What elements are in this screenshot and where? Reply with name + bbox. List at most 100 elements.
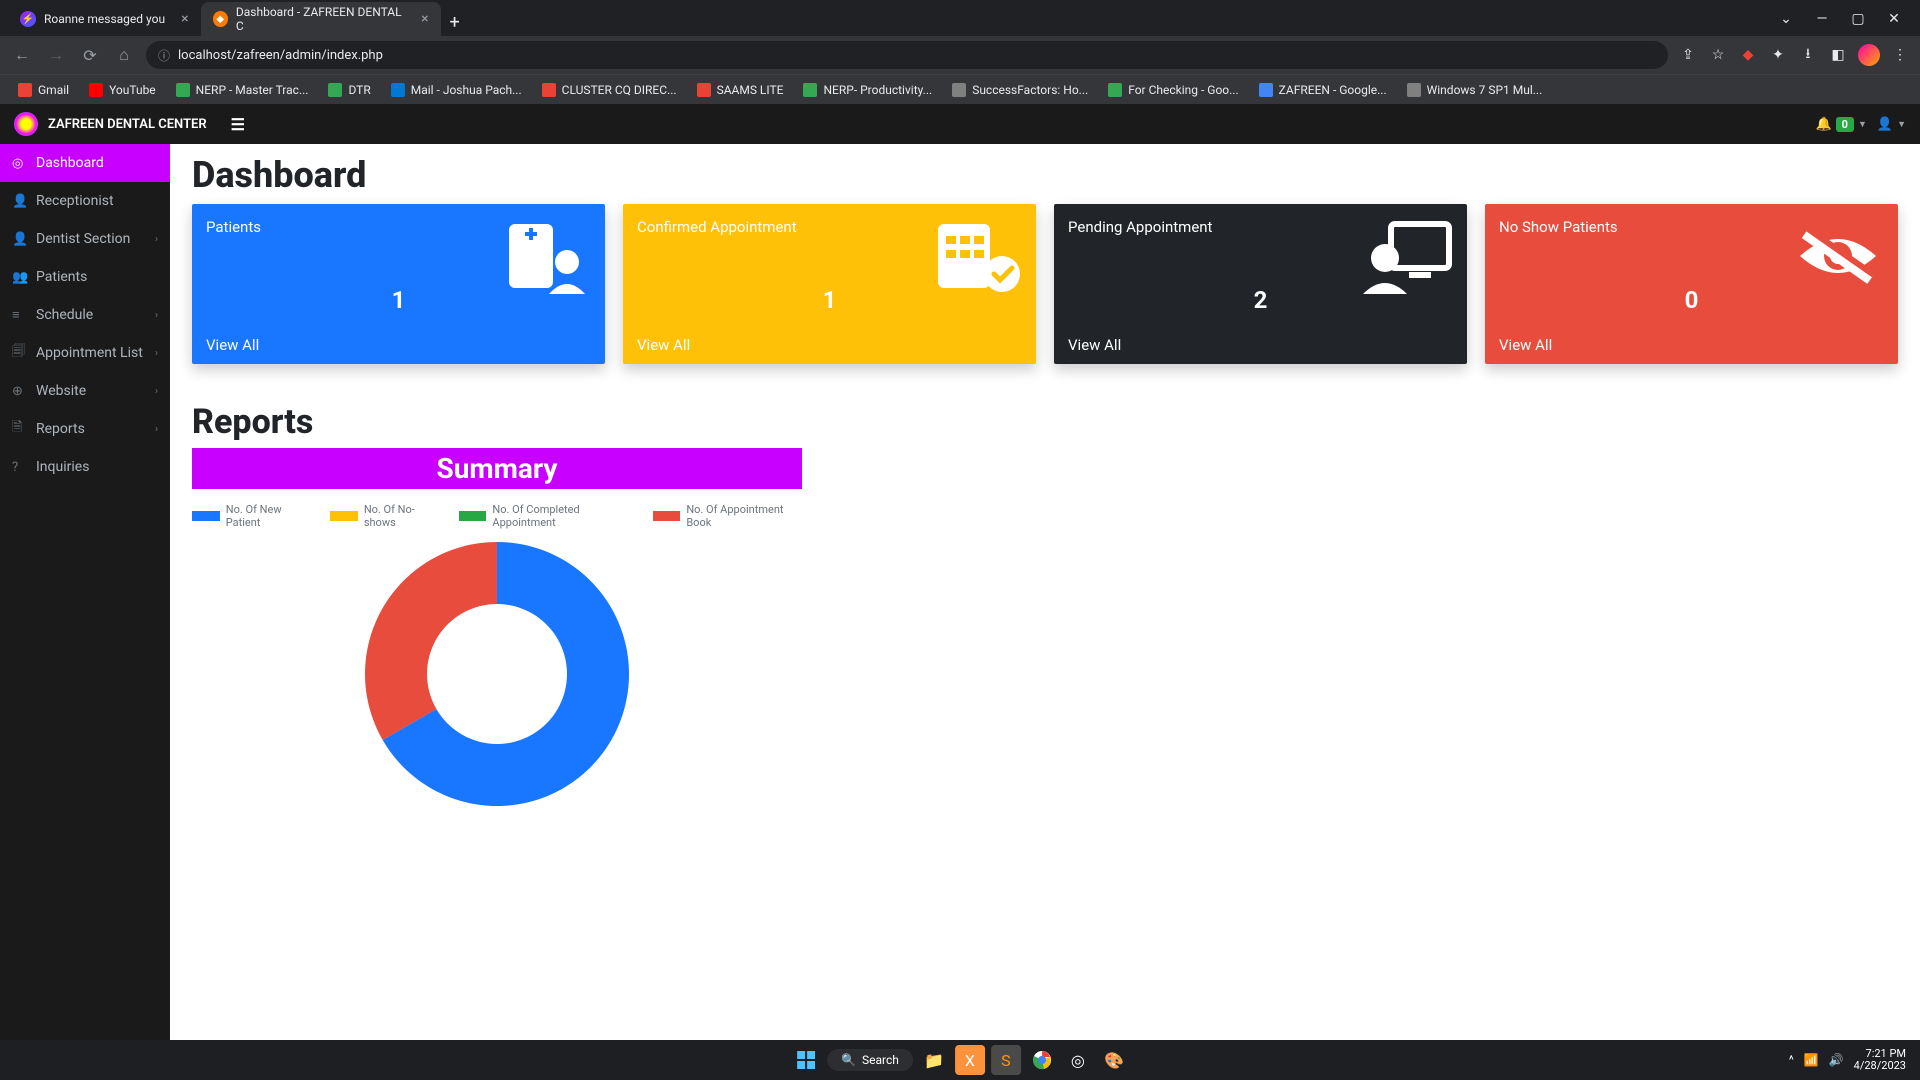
sidebar-item-dentist-section[interactable]: 👤Dentist Section› [0,220,170,258]
dropdown-icon[interactable]: ⌄ [1772,11,1800,27]
bookmark-item[interactable]: YouTube [81,79,164,101]
sidebar-item-website[interactable]: ⊕Website› [0,372,170,410]
view-all-link[interactable]: View All [637,336,1022,354]
maximize-icon[interactable]: ▢ [1844,11,1872,27]
sidebar-icon: ◎ [12,156,26,171]
volume-icon[interactable]: 🔊 [1829,1053,1844,1067]
taskbar-search[interactable]: 🔍 Search [827,1049,913,1071]
browser-toolbar: ← → ⟳ ⌂ ⓘ localhost/zafreen/admin/index.… [0,36,1920,74]
sublime-icon[interactable]: S [991,1045,1021,1075]
share-icon[interactable]: ⇪ [1678,45,1698,65]
bookmark-label: For Checking - Goo... [1128,83,1238,97]
bookmark-favicon-icon [542,83,556,97]
bookmark-item[interactable]: Gmail [10,79,77,101]
sidebar-item-dashboard[interactable]: ◎Dashboard [0,144,170,182]
taskbar-center: 🔍 Search 📁 X S ◎ 🎨 [791,1045,1129,1075]
sidebar-toggle-button[interactable]: ☰ [231,115,245,134]
paint-icon[interactable]: 🎨 [1099,1045,1129,1075]
clock[interactable]: 7:21 PM 4/28/2023 [1854,1048,1906,1072]
reports-title: Reports [192,402,1898,442]
wifi-icon[interactable]: 📶 [1804,1053,1819,1067]
chevron-right-icon: › [155,310,158,321]
windows-taskbar: 🔍 Search 📁 X S ◎ 🎨 ^ 📶 🔊 7:21 PM 4/28/20… [0,1040,1920,1080]
sidebar-item-label: Website [36,383,86,399]
profile-avatar-icon[interactable] [1858,44,1880,66]
bookmark-label: Windows 7 SP1 Mul... [1427,83,1543,97]
summary-header: Summary [192,448,802,489]
bookmark-favicon-icon [1407,83,1421,97]
bookmark-label: Gmail [38,83,69,97]
close-icon[interactable]: × [181,11,188,27]
search-icon: 🔍 [841,1053,856,1067]
clock-date: 4/28/2023 [1854,1060,1906,1072]
sidebar-item-reports[interactable]: 🗎Reports› [0,410,170,448]
url-bar[interactable]: ⓘ localhost/zafreen/admin/index.php [146,41,1668,69]
sidebar-icon: 👥 [12,270,26,285]
sidebar-item-receptionist[interactable]: 👤Receptionist [0,182,170,220]
legend-label: No. Of No-shows [364,503,441,529]
bookmark-label: NERP - Master Trac... [196,83,309,97]
tab-messenger[interactable]: ⚡ Roanne messaged you × [8,2,201,36]
tray-chevron-icon[interactable]: ^ [1789,1053,1794,1067]
app-body: ◎Dashboard👤Receptionist👤Dentist Section›… [0,144,1920,1040]
star-icon[interactable]: ☆ [1708,45,1728,65]
bookmark-item[interactable]: NERP - Master Trac... [168,79,317,101]
file-explorer-icon[interactable]: 📁 [919,1045,949,1075]
tab-dashboard[interactable]: ◆ Dashboard - ZAFREEN DENTAL C × [201,2,441,36]
bookmark-label: ZAFREEN - Google... [1279,83,1387,97]
bookmark-label: CLUSTER CQ DIREC... [562,83,677,97]
donut-chart [192,539,802,827]
start-button[interactable] [791,1045,821,1075]
legend-item: No. Of Appointment Book [653,503,803,529]
tab-title: Dashboard - ZAFREEN DENTAL C [236,5,405,33]
summary-cards: Patients 1 View All Confirmed Appointmen… [192,204,1898,364]
view-all-link[interactable]: View All [1068,336,1453,354]
bookmark-item[interactable]: CLUSTER CQ DIREC... [534,79,685,101]
bookmark-item[interactable]: SuccessFactors: Ho... [944,79,1096,101]
sidebar-item-appointment-list[interactable]: 🗐Appointment List› [0,334,170,372]
back-button[interactable]: ← [10,43,34,67]
home-button[interactable]: ⌂ [112,43,136,67]
chrome-icon[interactable] [1027,1045,1057,1075]
user-icon: 👤 [1877,117,1893,132]
bookmark-item[interactable]: DTR [320,79,378,101]
new-tab-button[interactable]: + [441,8,469,36]
legend-label: No. Of Appointment Book [686,503,802,529]
sidebar-item-patients[interactable]: 👥Patients [0,258,170,296]
site-info-icon[interactable]: ⓘ [158,47,170,64]
user-menu-button[interactable]: 👤 ▼ [1877,117,1906,132]
view-all-link[interactable]: View All [206,336,591,354]
summary-panel: Summary No. Of New PatientNo. Of No-show… [192,448,802,827]
forward-button[interactable]: → [44,43,68,67]
bookmark-item[interactable]: NERP- Productivity... [795,79,940,101]
bookmark-favicon-icon [328,83,342,97]
minimize-icon[interactable]: — [1808,11,1836,27]
menu-icon[interactable]: ⋮ [1890,45,1910,65]
reload-button[interactable]: ⟳ [78,43,102,67]
view-all-link[interactable]: View All [1499,336,1884,354]
bookmark-item[interactable]: Windows 7 SP1 Mul... [1399,79,1551,101]
xampp-icon[interactable]: X [955,1045,985,1075]
downloads-icon[interactable]: ⭳ [1798,45,1818,65]
sidebar-item-inquiries[interactable]: ?Inquiries [0,448,170,486]
bookmark-item[interactable]: Mail - Joshua Pach... [383,79,530,101]
app-icon[interactable]: ◎ [1063,1045,1093,1075]
bookmark-label: SAAMS LITE [717,83,784,97]
notifications-button[interactable]: 🔔 0 ▼ [1815,117,1866,132]
bookmark-item[interactable]: For Checking - Goo... [1100,79,1246,101]
main-content: Dashboard Patients 1 View All Confirmed … [170,144,1920,1040]
bookmark-label: YouTube [109,83,156,97]
sidebar-item-schedule[interactable]: ≡Schedule› [0,296,170,334]
close-window-icon[interactable]: ✕ [1880,11,1908,27]
close-icon[interactable]: × [421,11,428,27]
extensions-icon[interactable]: ✦ [1768,45,1788,65]
legend-swatch-icon [459,511,487,521]
bookmark-item[interactable]: ZAFREEN - Google... [1251,79,1395,101]
card-confirmed-appointment: Confirmed Appointment 1 View All [623,204,1036,364]
sidebar-icon: 👤 [12,194,26,209]
bookmark-item[interactable]: SAAMS LITE [689,79,792,101]
sidebar-item-label: Dentist Section [36,231,130,247]
extension-blocker-icon[interactable]: ◆ [1738,45,1758,65]
sidebar-item-label: Inquiries [36,459,89,475]
sidepanel-icon[interactable]: ◧ [1828,45,1848,65]
